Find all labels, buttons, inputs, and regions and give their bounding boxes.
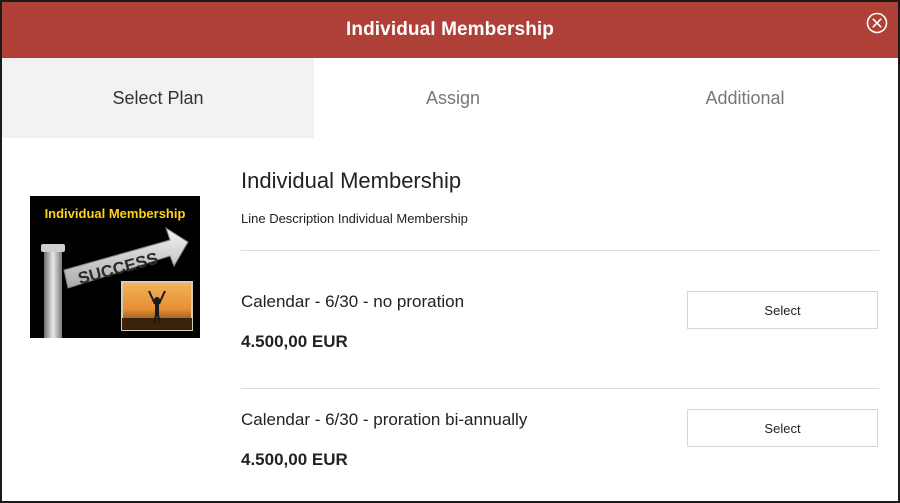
membership-modal: Individual Membership Select Plan Assign… <box>0 0 900 503</box>
product-description: Line Description Individual Membership <box>241 211 468 226</box>
modal-title: Individual Membership <box>346 19 554 40</box>
section-divider <box>241 388 879 389</box>
plan-name: Calendar - 6/30 - proration bi-annually <box>241 410 528 429</box>
plan-name: Calendar - 6/30 - no proration <box>241 292 465 311</box>
select-plan-button[interactable]: Select <box>687 409 878 447</box>
close-icon[interactable] <box>866 12 888 34</box>
plan-price: 4.500,00 EUR <box>241 332 348 351</box>
tab-additional[interactable]: Additional <box>592 58 898 138</box>
product-image: Individual Membership SUCCESS <box>30 196 200 338</box>
tab-assign[interactable]: Assign <box>314 58 592 138</box>
tab-select-plan[interactable]: Select Plan <box>2 58 314 138</box>
modal-header: Individual Membership <box>2 2 898 58</box>
image-banner-text: Individual Membership <box>45 206 186 221</box>
section-divider <box>241 250 879 251</box>
product-title: Individual Membership <box>241 168 462 193</box>
step-tabs: Select Plan Assign Additional <box>2 58 898 138</box>
select-plan-button[interactable]: Select <box>687 291 878 329</box>
plan-price: 4.500,00 EUR <box>241 450 348 469</box>
